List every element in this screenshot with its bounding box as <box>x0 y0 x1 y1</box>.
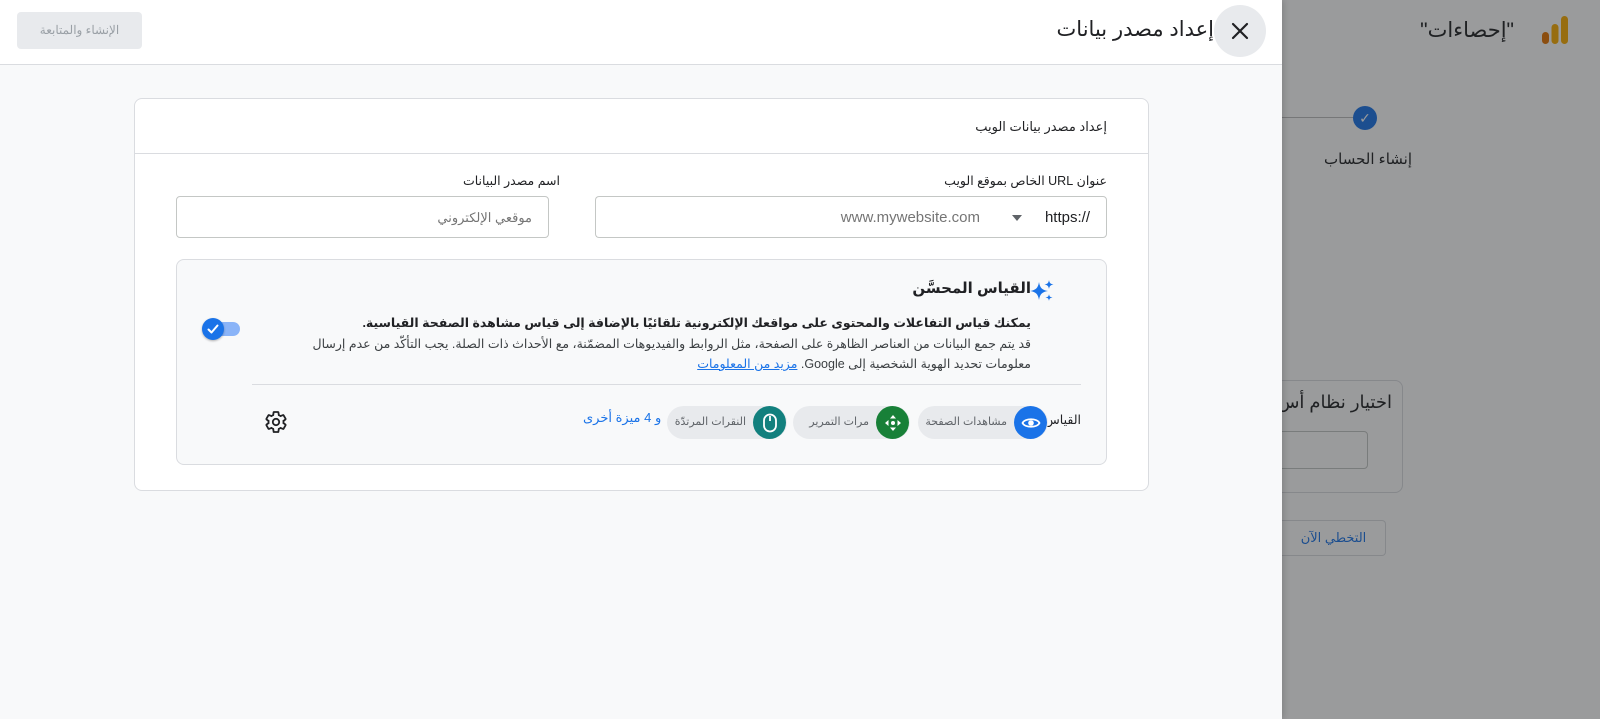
chip-scrolls: مرات التمرير <box>793 406 910 439</box>
chip-label: النقرات المرتدّة <box>674 416 746 428</box>
chip-label: مرات التمرير <box>809 416 869 428</box>
create-and-continue-button[interactable]: الإنشاء والمتابعة <box>17 12 142 49</box>
stream-name-input[interactable] <box>176 196 549 238</box>
card-header: إعداد مصدر بيانات الويب <box>135 99 1148 154</box>
enhanced-measurement-description: يمكنك قياس التفاعلات والمحتوى على مواقعك… <box>271 313 1031 375</box>
panel-title: إعداد مصدر بيانات <box>1056 18 1214 41</box>
setup-data-stream-panel: الإنشاء والمتابعة إعداد مصدر بيانات إعدا… <box>0 0 1282 719</box>
chip-page-views: مشاهدات الصفحة <box>918 406 1048 439</box>
check-icon <box>207 324 219 334</box>
chevron-down-icon <box>1012 215 1022 221</box>
toggle-knob <box>202 318 224 340</box>
divider <box>252 384 1081 385</box>
protocol-select[interactable]: https:// <box>995 196 1107 238</box>
learn-more-link[interactable]: مزيد من المعلومات <box>697 357 797 371</box>
web-stream-card: إعداد مصدر بيانات الويب عنوان URL الخاص … <box>134 98 1149 491</box>
protocol-value: https:// <box>1044 209 1090 226</box>
chip-outbound-clicks: النقرات المرتدّة <box>667 406 787 439</box>
enhanced-measurement-section: القياس المحسَّن يمكنك قياس التفاعلات وال… <box>176 259 1107 465</box>
enhanced-measurement-toggle[interactable] <box>202 318 240 340</box>
panel-header: الإنشاء والمتابعة إعداد مصدر بيانات <box>0 0 1282 65</box>
card-title: إعداد مصدر بيانات الويب <box>975 119 1107 134</box>
mouse-icon <box>753 406 786 439</box>
enhanced-measurement-title: القياس المحسَّن <box>912 280 1031 297</box>
description-text: قد يتم جمع البيانات من العناصر الظاهرة ع… <box>312 336 1031 372</box>
description-bold: يمكنك قياس التفاعلات والمحتوى على مواقعك… <box>362 316 1031 330</box>
gear-icon[interactable] <box>264 410 288 434</box>
scroll-arrows-icon <box>876 406 909 439</box>
close-button[interactable] <box>1214 5 1266 57</box>
more-features-link[interactable]: و 4 ميزة أخرى <box>583 410 661 426</box>
stream-name-label: اسم مصدر البيانات <box>462 174 560 188</box>
website-url-input[interactable] <box>595 196 996 238</box>
modal-scrim[interactable] <box>1282 0 1600 719</box>
close-icon <box>1231 22 1249 40</box>
url-label: عنوان URL الخاص بموقع الويب <box>944 174 1107 188</box>
chip-label: مشاهدات الصفحة <box>925 416 1007 428</box>
sparkle-icon <box>1030 280 1054 301</box>
eye-icon <box>1014 406 1047 439</box>
